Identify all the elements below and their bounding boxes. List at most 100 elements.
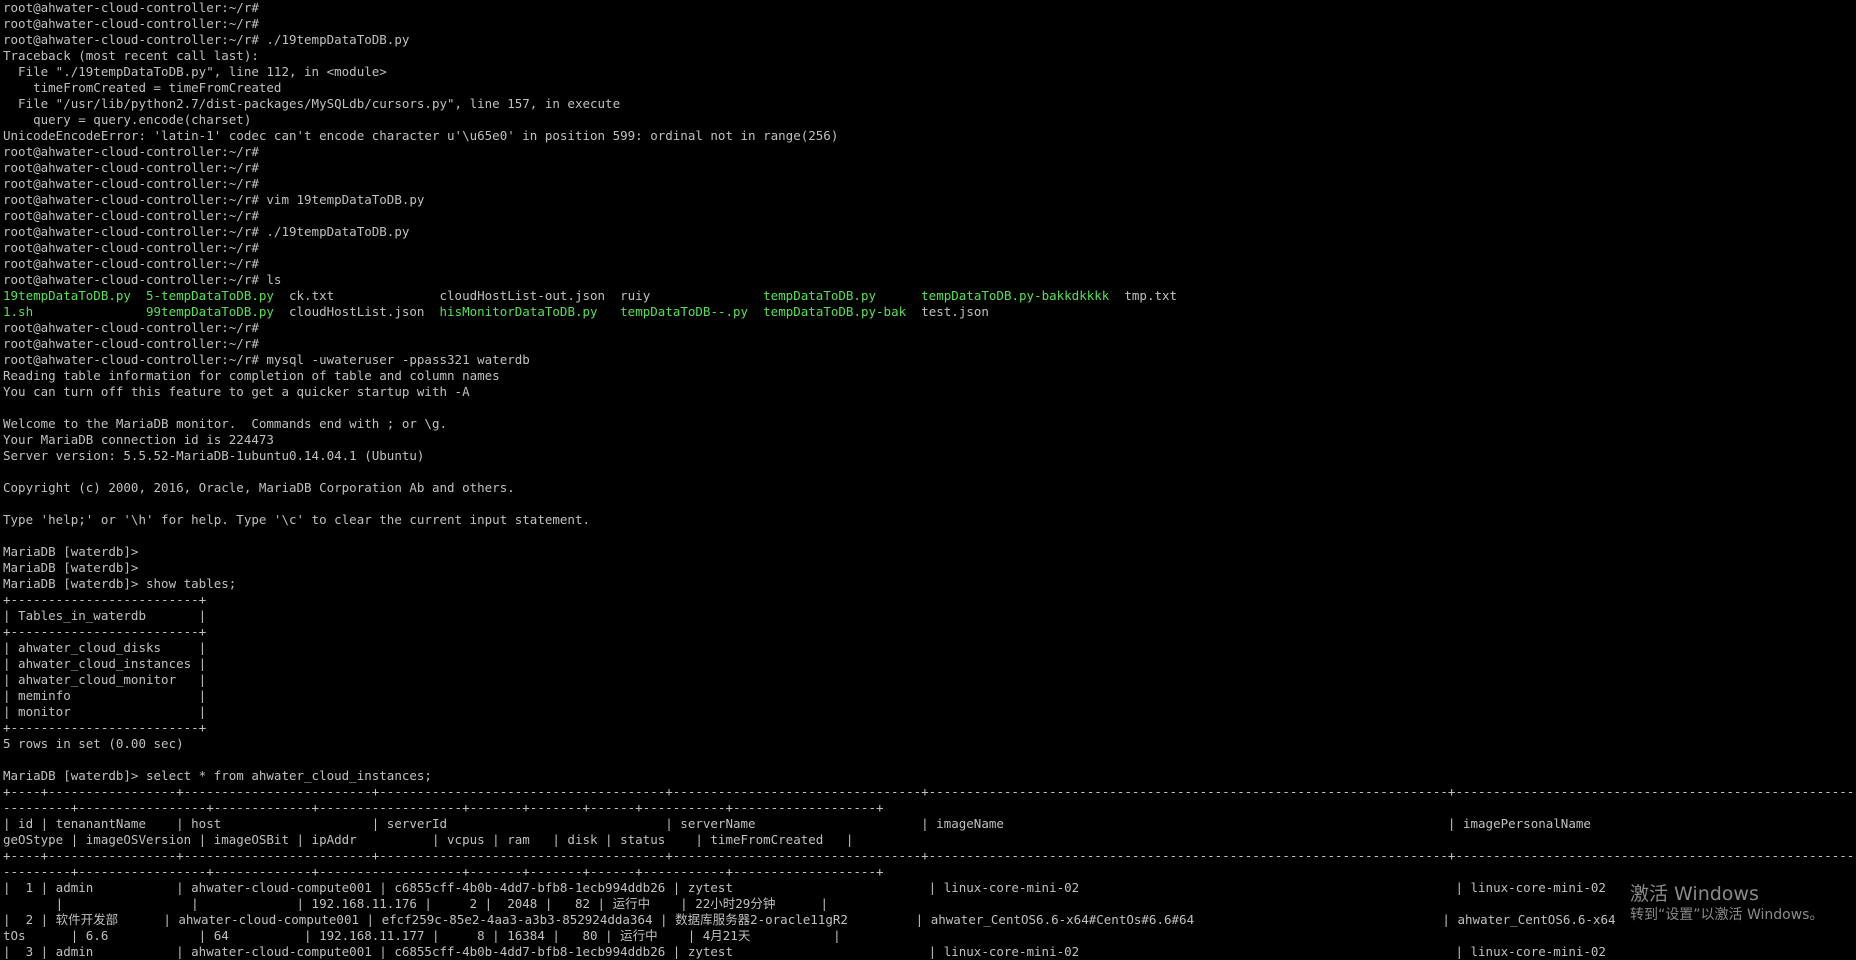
terminal-line: MariaDB [waterdb]> show tables; xyxy=(0,576,1856,592)
terminal-text: ---------+-----------------+------------… xyxy=(3,800,884,815)
terminal-text: | ahwater_cloud_instances | xyxy=(3,656,207,671)
terminal-text: Server version: 5.5.52-MariaDB-1ubuntu0.… xyxy=(3,448,425,463)
terminal-text: root@ahwater-cloud-controller:~/r# xyxy=(3,336,259,351)
terminal-line: root@ahwater-cloud-controller:~/r# xyxy=(0,336,1856,352)
terminal-line: root@ahwater-cloud-controller:~/r# xyxy=(0,240,1856,256)
terminal-text: root@ahwater-cloud-controller:~/r# xyxy=(3,16,259,31)
terminal-line: root@ahwater-cloud-controller:~/r# xyxy=(0,16,1856,32)
terminal-text: | id | tenanantName | host | serverId | … xyxy=(3,816,1591,831)
terminal-text: You can turn off this feature to get a q… xyxy=(3,384,470,399)
terminal-line: | meminfo | xyxy=(0,688,1856,704)
terminal-text: cloudHostList.json xyxy=(273,304,440,319)
terminal-text: root@ahwater-cloud-controller:~/r# xyxy=(3,256,259,271)
terminal-text: timeFromCreated = timeFromCreated xyxy=(3,80,282,95)
terminal-text: root@ahwater-cloud-controller:~/r# xyxy=(3,320,259,335)
terminal-text: | ahwater_cloud_monitor | xyxy=(3,672,207,687)
terminal-text: root@ahwater-cloud-controller:~/r# xyxy=(3,144,259,159)
terminal-text: File "./19tempDataToDB.py", line 112, in… xyxy=(3,64,387,79)
terminal-line: MariaDB [waterdb]> xyxy=(0,544,1856,560)
terminal-line: root@ahwater-cloud-controller:~/r# xyxy=(0,256,1856,272)
terminal-text: | 1 | admin | ahwater-cloud-compute001 |… xyxy=(3,880,1606,895)
terminal-text: root@ahwater-cloud-controller:~/r# mysql… xyxy=(3,352,530,367)
terminal-line: root@ahwater-cloud-controller:~/r# mysql… xyxy=(0,352,1856,368)
terminal-line: query = query.encode(charset) xyxy=(0,112,1856,128)
terminal-line: Your MariaDB connection id is 224473 xyxy=(0,432,1856,448)
terminal-line: root@ahwater-cloud-controller:~/r# xyxy=(0,0,1856,16)
terminal-line: 5 rows in set (0.00 sec) xyxy=(0,736,1856,752)
terminal-text: | ahwater_cloud_disks | xyxy=(3,640,207,655)
terminal-line: +-------------------------+ xyxy=(0,592,1856,608)
terminal-line: root@ahwater-cloud-controller:~/r# ./19t… xyxy=(0,32,1856,48)
terminal-text: MariaDB [waterdb]> xyxy=(3,560,139,575)
executable-filename: tempDataToDB--.py xyxy=(620,304,749,319)
terminal-line: You can turn off this feature to get a q… xyxy=(0,384,1856,400)
terminal-text: root@ahwater-cloud-controller:~/r# xyxy=(3,0,259,15)
terminal-text: Your MariaDB connection id is 224473 xyxy=(3,432,274,447)
terminal-line: Welcome to the MariaDB monitor. Commands… xyxy=(0,416,1856,432)
terminal-line: | id | tenanantName | host | serverId | … xyxy=(0,816,1856,832)
terminal-line: | 2 | 软件开发部 | ahwater-cloud-compute001 |… xyxy=(0,912,1856,928)
terminal-line: root@ahwater-cloud-controller:~/r# ls xyxy=(0,272,1856,288)
terminal-line: root@ahwater-cloud-controller:~/r# xyxy=(0,176,1856,192)
terminal-line: ---------+-----------------+------------… xyxy=(0,864,1856,880)
executable-filename: tempDataToDB.py xyxy=(763,288,876,303)
terminal-text: root@ahwater-cloud-controller:~/r# xyxy=(3,240,259,255)
terminal-line: Server version: 5.5.52-MariaDB-1ubuntu0.… xyxy=(0,448,1856,464)
terminal-text: Welcome to the MariaDB monitor. Commands… xyxy=(3,416,448,431)
terminal-line: timeFromCreated = timeFromCreated xyxy=(0,80,1856,96)
terminal-line: geOStype | imageOSVersion | imageOSBit |… xyxy=(0,832,1856,848)
terminal-line: root@ahwater-cloud-controller:~/r# xyxy=(0,144,1856,160)
terminal-text: Reading table information for completion… xyxy=(3,368,500,383)
terminal-line: | ahwater_cloud_monitor | xyxy=(0,672,1856,688)
terminal-line: root@ahwater-cloud-controller:~/r# vim 1… xyxy=(0,192,1856,208)
terminal-line: | Tables_in_waterdb | xyxy=(0,608,1856,624)
terminal-output: root@ahwater-cloud-controller:~/r# root@a… xyxy=(0,0,1856,960)
terminal-text: query = query.encode(charset) xyxy=(3,112,252,127)
terminal-text: | monitor | xyxy=(3,704,207,719)
terminal-text: Type 'help;' or '\h' for help. Type '\c'… xyxy=(3,512,590,527)
terminal-line: 19tempDataToDB.py 5-tempDataToDB.py ck.t… xyxy=(0,288,1856,304)
watermark-title: 激活 Windows xyxy=(1630,883,1759,905)
terminal-text: 5 rows in set (0.00 sec) xyxy=(3,736,184,751)
terminal-line: ---------+-----------------+------------… xyxy=(0,800,1856,816)
terminal-line: Copyright (c) 2000, 2016, Oracle, MariaD… xyxy=(0,480,1856,496)
terminal-line: UnicodeEncodeError: 'latin-1' codec can'… xyxy=(0,128,1856,144)
terminal-text: root@ahwater-cloud-controller:~/r# ./19t… xyxy=(3,32,410,47)
terminal-line: | | | 192.168.11.176 | 2 | 2048 | 82 | 运… xyxy=(0,896,1856,912)
terminal-text: File "/usr/lib/python2.7/dist-packages/M… xyxy=(3,96,621,111)
terminal-line: 1.sh 99tempDataToDB.py cloudHostList.jso… xyxy=(0,304,1856,320)
terminal-line: +----+-----------------+----------------… xyxy=(0,784,1856,800)
terminal-line: File "/usr/lib/python2.7/dist-packages/M… xyxy=(0,96,1856,112)
terminal-text: | 3 | admin | ahwater-cloud-compute001 |… xyxy=(3,944,1606,959)
executable-filename: 1.sh xyxy=(3,304,34,319)
terminal-text: Traceback (most recent call last): xyxy=(3,48,259,63)
terminal-text: +-------------------------+ xyxy=(3,592,207,607)
terminal-text: MariaDB [waterdb]> select * from ahwater… xyxy=(3,768,432,783)
terminal-text: root@ahwater-cloud-controller:~/r# vim 1… xyxy=(3,192,425,207)
terminal-line: MariaDB [waterdb]> xyxy=(0,560,1856,576)
terminal-line: | 1 | admin | ahwater-cloud-compute001 |… xyxy=(0,880,1856,896)
terminal-line: | monitor | xyxy=(0,704,1856,720)
terminal-text: root@ahwater-cloud-controller:~/r# xyxy=(3,160,259,175)
terminal-line: root@ahwater-cloud-controller:~/r# xyxy=(0,320,1856,336)
terminal-window[interactable]: root@ahwater-cloud-controller:~/r# root@a… xyxy=(0,0,1856,960)
terminal-line: +----+-----------------+----------------… xyxy=(0,848,1856,864)
terminal-line: root@ahwater-cloud-controller:~/r# xyxy=(0,208,1856,224)
terminal-text: | meminfo | xyxy=(3,688,207,703)
terminal-text: ---------+-----------------+------------… xyxy=(3,864,884,879)
terminal-text: | | | 192.168.11.176 | 2 | 2048 | 82 | 运… xyxy=(3,896,829,911)
terminal-text: +----+-----------------+----------------… xyxy=(3,848,1856,863)
windows-activation-watermark: 激活 Windows 转到“设置”以激活 Windows。 xyxy=(1630,882,1823,924)
terminal-line: Reading table information for completion… xyxy=(0,368,1856,384)
terminal-line: MariaDB [waterdb]> select * from ahwater… xyxy=(0,768,1856,784)
terminal-text: +-------------------------+ xyxy=(3,720,207,735)
terminal-text: test.json xyxy=(906,304,989,319)
executable-filename: tempDataToDB.py-bak xyxy=(763,304,907,319)
terminal-line: Traceback (most recent call last): xyxy=(0,48,1856,64)
